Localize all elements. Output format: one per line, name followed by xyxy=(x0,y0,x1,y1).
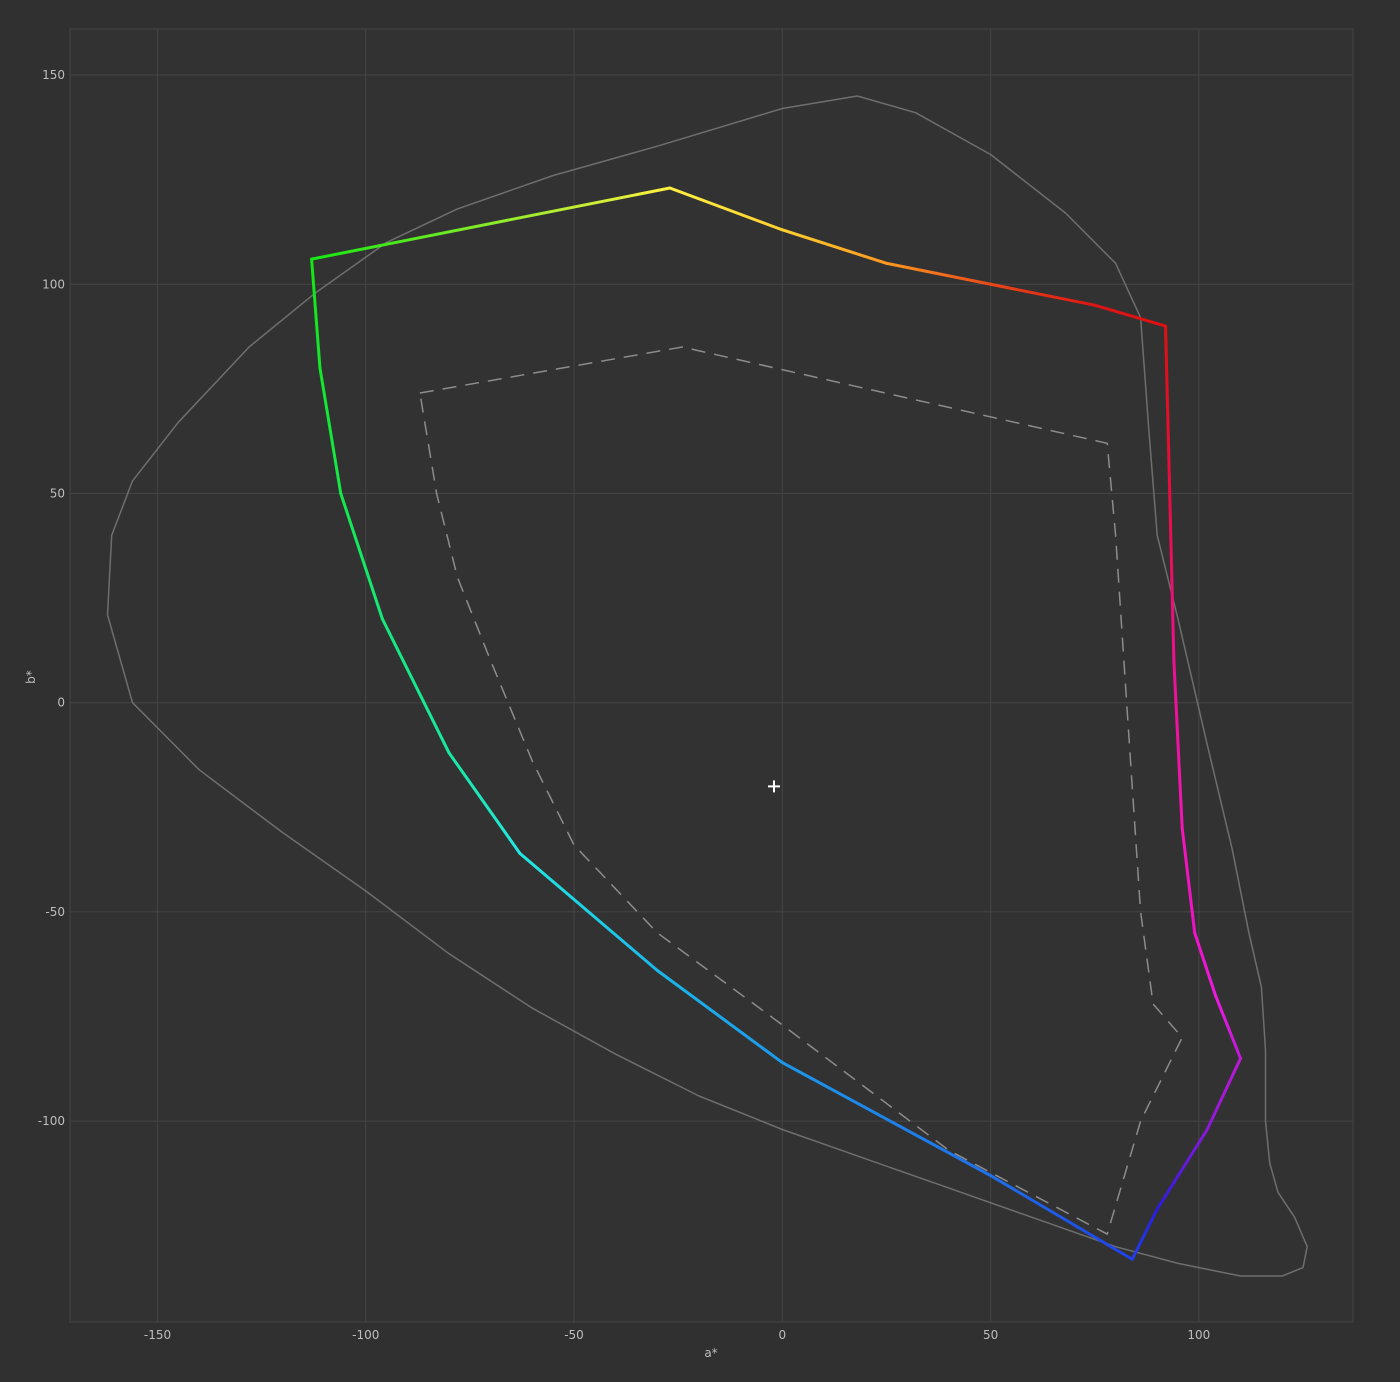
y-tick-label: 100 xyxy=(42,277,65,291)
x-tick-label: 100 xyxy=(1187,1328,1210,1342)
y-axis-label: b* xyxy=(24,670,38,684)
plot-area xyxy=(69,28,1354,1323)
x-tick-label: -100 xyxy=(352,1328,379,1342)
y-tick-label: 150 xyxy=(42,68,65,82)
y-tick-label: -100 xyxy=(38,1114,65,1128)
x-tick-label: -150 xyxy=(144,1328,171,1342)
y-tick-label: 0 xyxy=(57,696,65,710)
y-tick-label: -50 xyxy=(45,905,65,919)
x-axis-label: a* xyxy=(704,1346,717,1360)
y-tick-label: 50 xyxy=(50,486,65,500)
gamut-chart: -150 -100 -50 0 50 100 150 100 50 0 -50 -100 a* b* xyxy=(24,28,1354,1360)
x-tick-label: 50 xyxy=(983,1328,998,1342)
x-tick-label: -50 xyxy=(564,1328,584,1342)
x-tick-label: 0 xyxy=(778,1328,786,1342)
